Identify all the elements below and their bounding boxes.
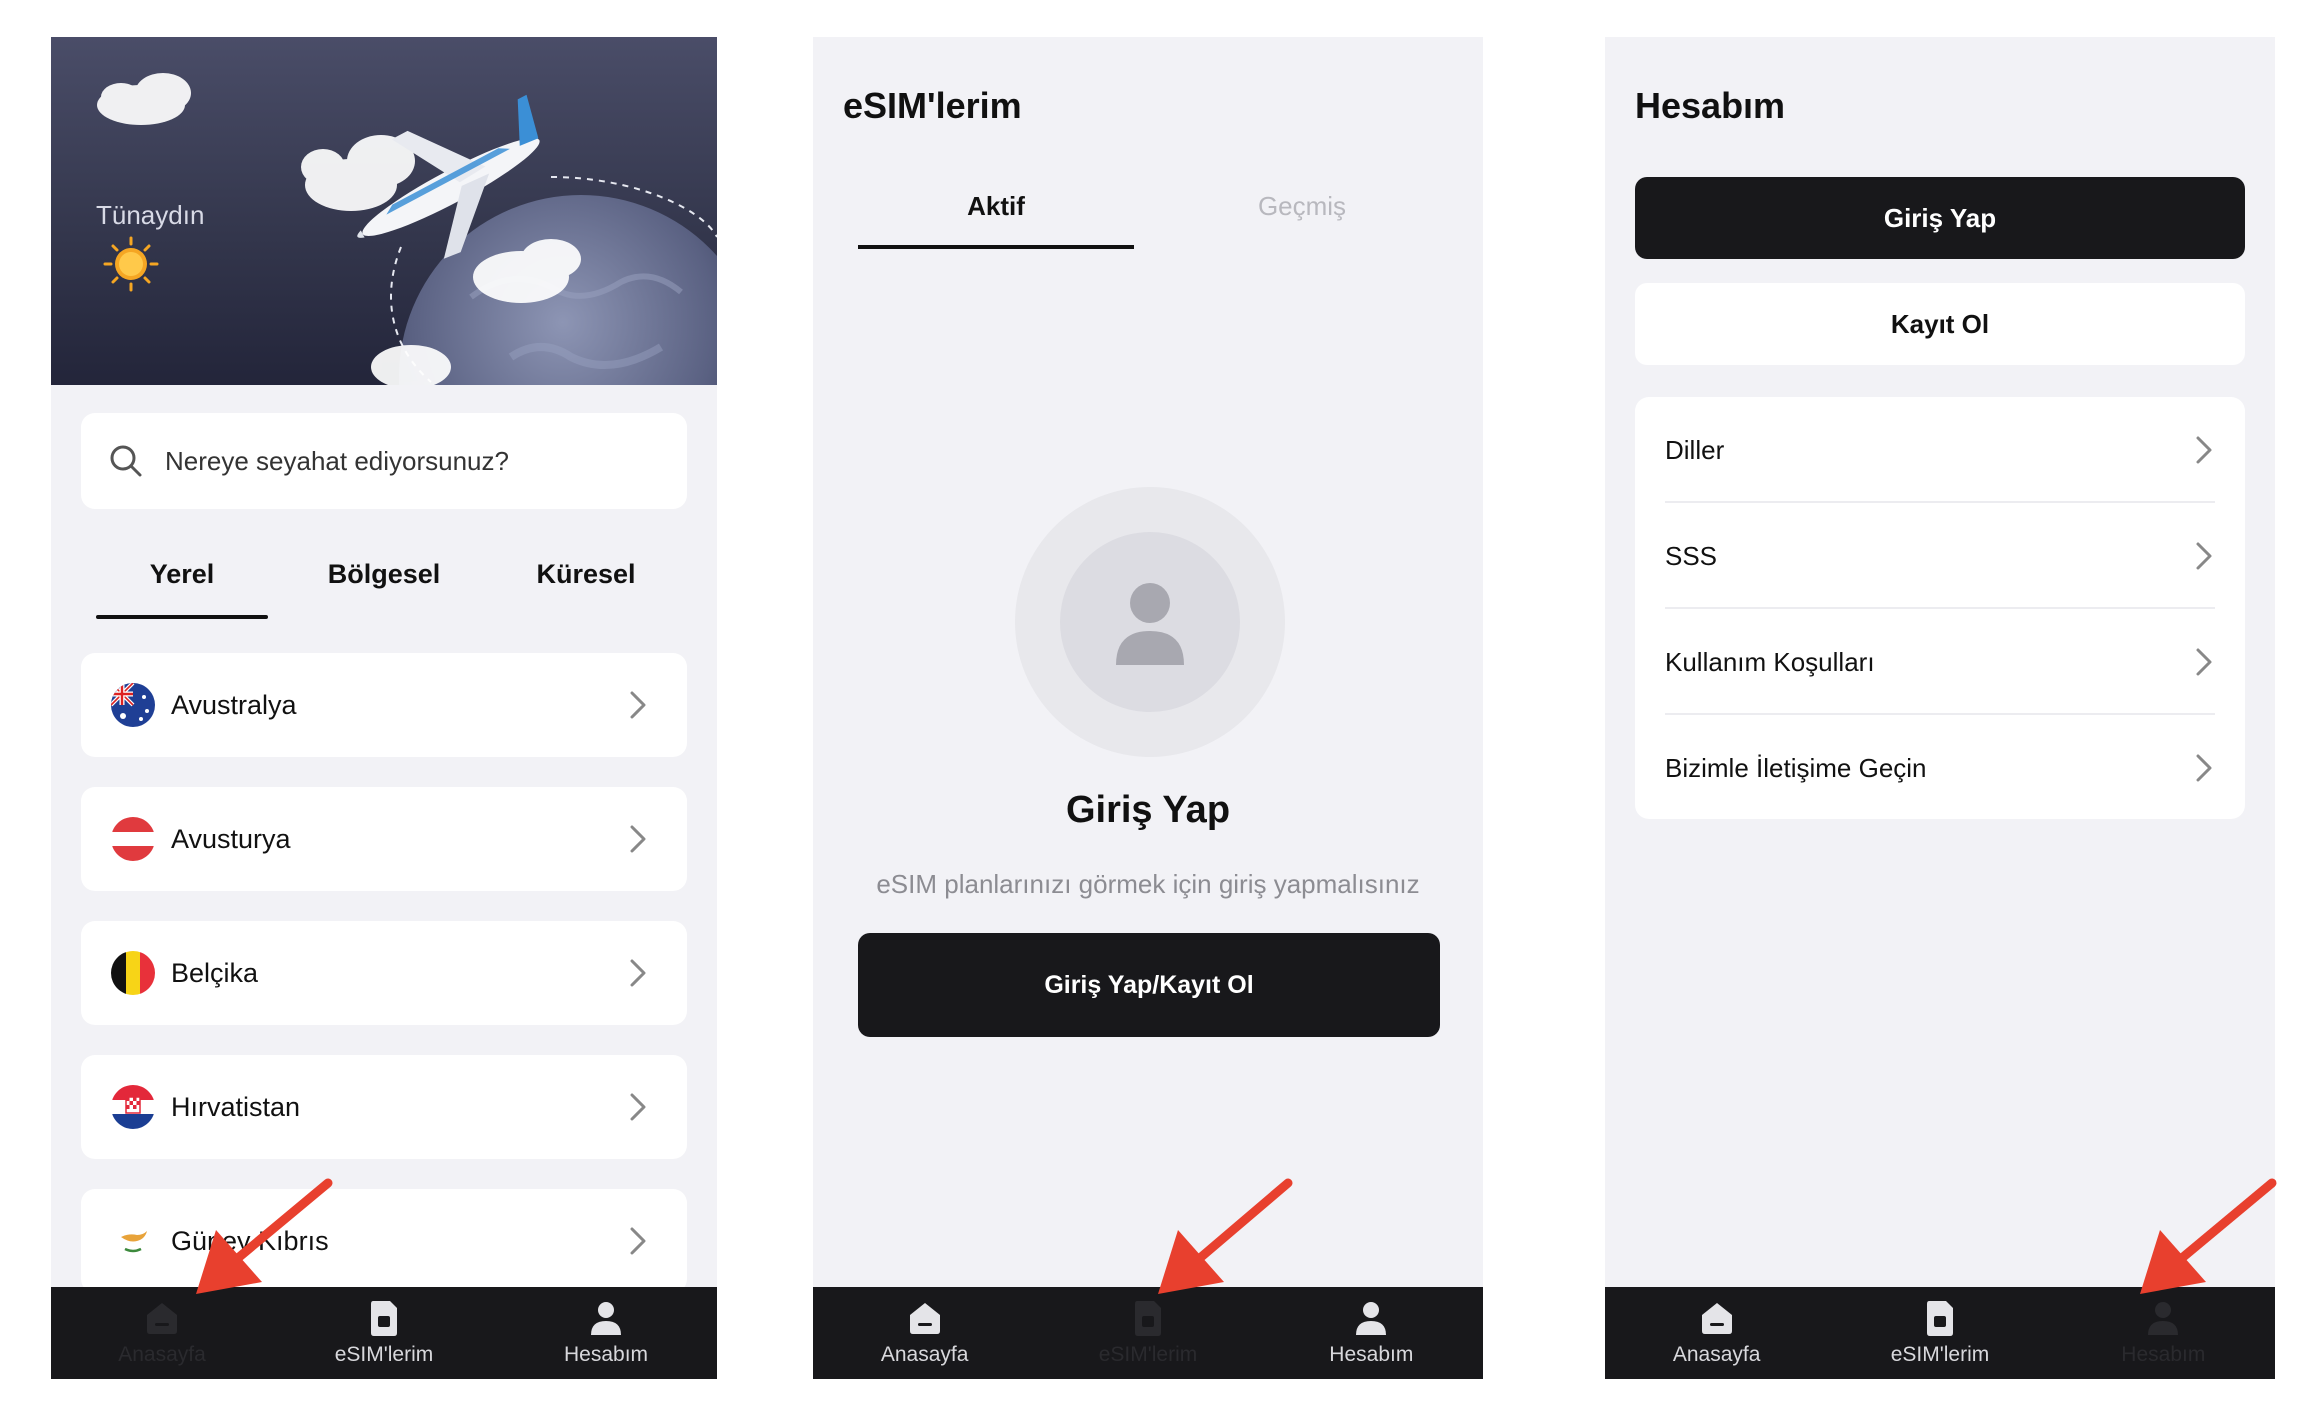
arrow-icon: [196, 1178, 333, 1294]
annotation-arrows: [196, 1178, 2277, 1294]
arrow-icon: [2140, 1178, 2277, 1294]
arrow-icon: [1158, 1178, 1293, 1294]
